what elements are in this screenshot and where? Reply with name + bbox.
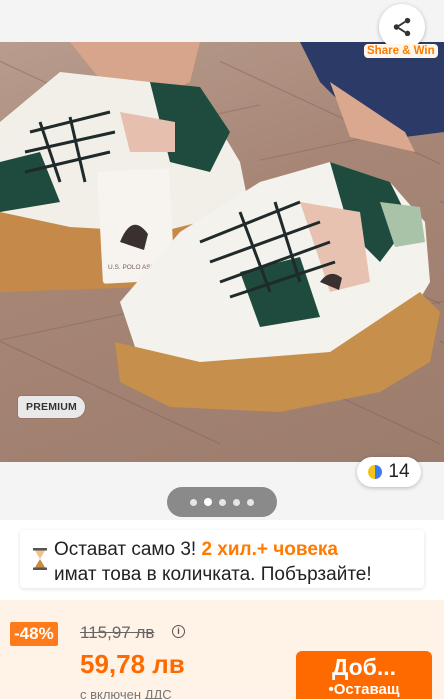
pager-dot[interactable] (233, 498, 240, 506)
add-to-cart-sublabel: •Оставащ (328, 681, 400, 698)
urgency-cart-text: имат това в количката. Побързайте! (54, 564, 372, 585)
reviews-count: 14 (388, 461, 410, 482)
current-price: 59,78 лв (80, 649, 185, 679)
urgency-banner: Остават само 3! 2 хил.+ човека имат това… (20, 530, 424, 588)
discount-badge: -48% (10, 622, 58, 646)
pager-dot[interactable] (190, 498, 197, 506)
gallery-pager[interactable] (167, 487, 277, 517)
product-gallery[interactable]: U.S. POLO ASSN. Share & Win PREMIUM 14 (0, 0, 444, 520)
urgency-highlight: 2 хил.+ човека (201, 539, 338, 560)
vat-note: с включен ДДС (80, 687, 172, 699)
reviews-icon (368, 465, 383, 479)
hourglass-icon (26, 530, 54, 588)
add-to-cart-label: Доб... (331, 654, 397, 680)
share-and-win-label[interactable]: Share & Win (364, 44, 438, 58)
info-icon[interactable]: i (172, 625, 185, 638)
add-to-cart-button[interactable]: Доб... •Оставащ (296, 651, 432, 699)
old-price: 115,97 лв (80, 623, 155, 642)
urgency-stock-text: Остават само 3! (54, 539, 202, 560)
reviews-count-pill[interactable]: 14 (357, 457, 421, 487)
pager-dot[interactable] (219, 498, 226, 506)
pager-dot-active[interactable] (204, 498, 212, 506)
share-icon (393, 17, 411, 37)
premium-badge: PREMIUM (18, 396, 85, 418)
pager-dot[interactable] (247, 498, 254, 506)
